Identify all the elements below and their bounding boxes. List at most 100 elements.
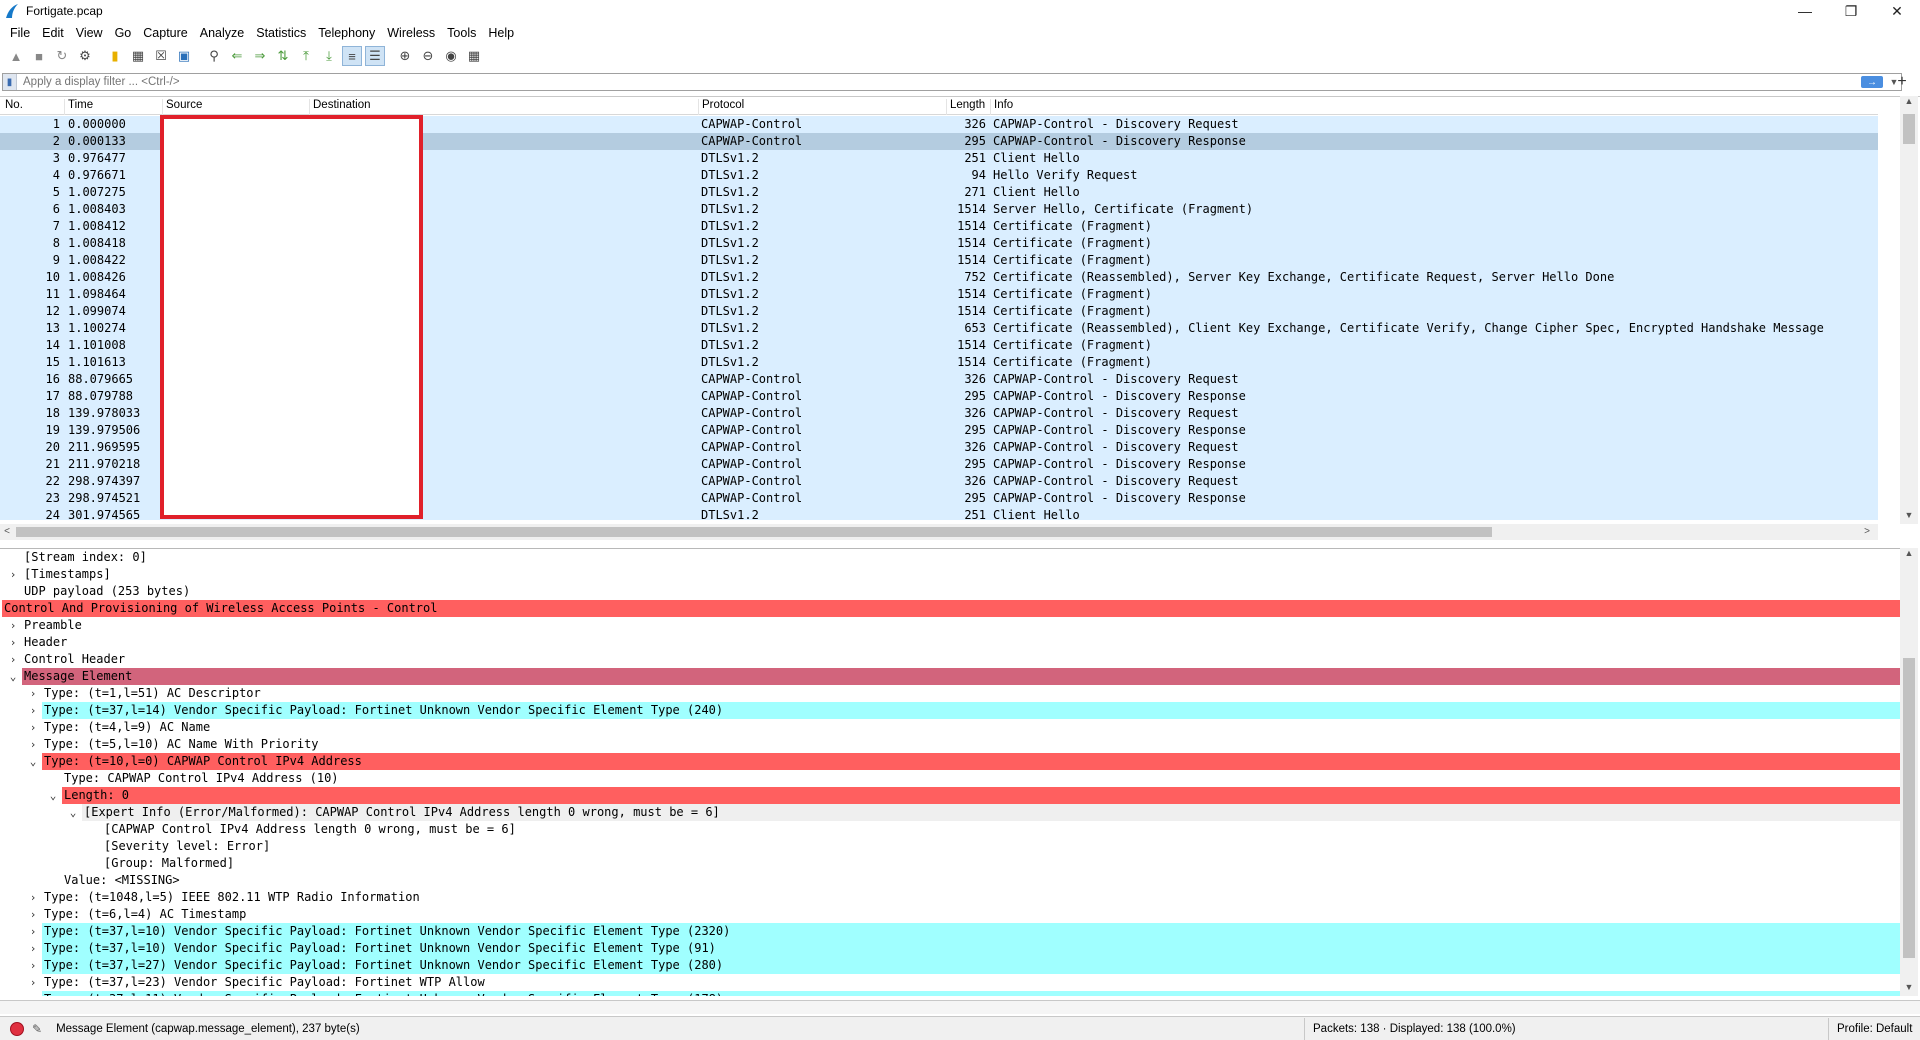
autoscroll-icon[interactable]: ≡ <box>342 46 362 66</box>
detail-row[interactable]: Type: CAPWAP Control IPv4 Address (10) <box>0 770 1900 787</box>
detail-row[interactable]: › Type: (t=37,l=27) Vendor Specific Paylo… <box>0 957 1900 974</box>
expand-arrow-icon[interactable]: › <box>26 719 40 736</box>
column-destination[interactable]: Destination <box>309 99 371 115</box>
detail-row[interactable]: ⌄ [Expert Info (Error/Malformed): CAPWAP … <box>0 804 1900 821</box>
scroll-left-icon[interactable]: < <box>0 524 14 540</box>
expert-info-icon[interactable] <box>10 1021 24 1036</box>
expand-arrow-icon[interactable]: › <box>26 889 40 906</box>
collapse-arrow-icon[interactable]: ⌄ <box>66 804 80 821</box>
expand-arrow-icon[interactable]: › <box>26 974 40 991</box>
go-back-icon[interactable]: ⇐ <box>227 46 247 66</box>
details-scroll-down-icon[interactable]: ▼ <box>1900 982 1918 996</box>
go-forward-icon[interactable]: ⇒ <box>250 46 270 66</box>
expand-arrow-icon[interactable]: › <box>26 685 40 702</box>
display-filter-input[interactable] <box>17 76 1861 88</box>
profile-indicator[interactable]: Profile: Default <box>1828 1017 1912 1040</box>
stop-capture-icon[interactable]: ■ <box>29 46 49 66</box>
expand-arrow-icon[interactable]: › <box>26 906 40 923</box>
minimize-icon[interactable]: — <box>1782 0 1828 22</box>
expand-arrow-icon[interactable]: › <box>6 634 20 651</box>
close-file-icon[interactable]: ☒ <box>151 46 171 66</box>
menu-capture[interactable]: Capture <box>137 26 193 40</box>
detail-row[interactable]: › Header <box>0 634 1900 651</box>
packet-bytes-pane[interactable] <box>0 1000 1920 1014</box>
detail-row[interactable]: › Control Header <box>0 651 1900 668</box>
collapse-arrow-icon[interactable]: ⌄ <box>46 787 60 804</box>
detail-row[interactable]: ⌄ Type: (t=10,l=0) CAPWAP Control IPv4 Ad… <box>0 753 1900 770</box>
detail-row[interactable]: › Type: (t=37,l=10) Vendor Specific Paylo… <box>0 923 1900 940</box>
column-info[interactable]: Info <box>990 99 1013 115</box>
hscroll-thumb[interactable] <box>16 527 1492 537</box>
detail-row[interactable]: [Group: Malformed] <box>0 855 1900 872</box>
detail-row[interactable]: › Type: (t=4,l=9) AC Name <box>0 719 1900 736</box>
collapse-arrow-icon[interactable]: ⌄ <box>6 668 20 685</box>
expand-arrow-icon[interactable]: › <box>26 940 40 957</box>
filter-bookmark-icon[interactable]: ▮ <box>3 74 17 90</box>
detail-row[interactable]: › Preamble <box>0 617 1900 634</box>
restart-capture-icon[interactable]: ↻ <box>52 46 72 66</box>
capture-options-icon[interactable]: ⚙ <box>75 46 95 66</box>
menu-help[interactable]: Help <box>482 26 520 40</box>
detail-row[interactable]: › Type: (t=1,l=51) AC Descriptor <box>0 685 1900 702</box>
detail-row[interactable]: › Type: (t=5,l=10) AC Name With Priority <box>0 736 1900 753</box>
expand-arrow-icon[interactable]: › <box>26 736 40 753</box>
zoom-out-icon[interactable]: ⊖ <box>418 46 438 66</box>
expand-arrow-icon[interactable]: › <box>6 566 20 583</box>
add-filter-button-icon[interactable]: + <box>1892 73 1912 91</box>
column-length[interactable]: Length <box>946 99 985 115</box>
detail-row[interactable]: › Type: (t=6,l=4) AC Timestamp <box>0 906 1900 923</box>
expand-arrow-icon[interactable]: › <box>26 957 40 974</box>
expand-arrow-icon[interactable]: › <box>26 991 40 996</box>
packet-list-vscrollbar[interactable]: ▲ ▼ <box>1900 96 1918 524</box>
detail-row[interactable]: › Type: (t=37,l=11) Vendor Specific Paylo… <box>0 991 1900 996</box>
menu-wireless[interactable]: Wireless <box>381 26 441 40</box>
menu-view[interactable]: View <box>70 26 109 40</box>
detail-row[interactable]: ⌄ Length: 0 <box>0 787 1900 804</box>
resize-columns-icon[interactable]: ▦ <box>464 46 484 66</box>
menu-file[interactable]: File <box>4 26 36 40</box>
apply-filter-icon[interactable]: → <box>1861 76 1883 88</box>
open-file-icon[interactable]: ▮ <box>105 46 125 66</box>
column-source[interactable]: Source <box>162 99 202 115</box>
menu-analyze[interactable]: Analyze <box>194 26 250 40</box>
detail-row[interactable]: Value: <MISSING> <box>0 872 1900 889</box>
scroll-up-icon[interactable]: ▲ <box>1900 96 1918 110</box>
close-icon[interactable]: ✕ <box>1874 0 1920 22</box>
menu-statistics[interactable]: Statistics <box>250 26 312 40</box>
detail-row[interactable]: › Type: (t=37,l=14) Vendor Specific Paylo… <box>0 702 1900 719</box>
menu-edit[interactable]: Edit <box>36 26 70 40</box>
last-packet-icon[interactable]: ⤓ <box>319 46 339 66</box>
zoom-reset-icon[interactable]: ◉ <box>441 46 461 66</box>
detail-row[interactable]: › [Timestamps] <box>0 566 1900 583</box>
edit-comment-icon[interactable]: ✎ <box>32 1022 42 1036</box>
collapse-arrow-icon[interactable]: ⌄ <box>26 753 40 770</box>
column-protocol[interactable]: Protocol <box>698 99 744 115</box>
start-capture-icon[interactable]: ▲ <box>6 46 26 66</box>
details-vscrollbar[interactable]: ▲ ▼ <box>1900 548 1918 996</box>
reload-file-icon[interactable]: ▣ <box>174 46 194 66</box>
menu-tools[interactable]: Tools <box>441 26 482 40</box>
detail-row[interactable]: [CAPWAP Control IPv4 Address length 0 wr… <box>0 821 1900 838</box>
expand-arrow-icon[interactable]: › <box>6 617 20 634</box>
expand-arrow-icon[interactable]: › <box>26 923 40 940</box>
first-packet-icon[interactable]: ⤒ <box>296 46 316 66</box>
menu-go[interactable]: Go <box>109 26 138 40</box>
scroll-thumb[interactable] <box>1903 114 1915 144</box>
expand-arrow-icon[interactable]: › <box>26 702 40 719</box>
save-file-icon[interactable]: ▦ <box>128 46 148 66</box>
column-time[interactable]: Time <box>64 99 93 115</box>
detail-row[interactable]: ⌄Control And Provisioning of Wireless Ac… <box>0 600 1900 617</box>
restore-icon[interactable]: ❐ <box>1828 0 1874 22</box>
go-to-packet-icon[interactable]: ⇅ <box>273 46 293 66</box>
detail-row[interactable]: UDP payload (253 bytes) <box>0 583 1900 600</box>
zoom-in-icon[interactable]: ⊕ <box>395 46 415 66</box>
menu-telephony[interactable]: Telephony <box>312 26 381 40</box>
scroll-right-icon[interactable]: > <box>1860 524 1874 540</box>
column-no[interactable]: No. <box>2 99 23 115</box>
packet-list-hscrollbar[interactable]: < > <box>0 524 1878 540</box>
detail-row[interactable]: › Type: (t=37,l=23) Vendor Specific Paylo… <box>0 974 1900 991</box>
detail-row[interactable]: ⌄ Message Element <box>0 668 1900 685</box>
details-scroll-thumb[interactable] <box>1903 658 1915 958</box>
details-scroll-up-icon[interactable]: ▲ <box>1900 548 1918 562</box>
colorize-icon[interactable]: ☰ <box>365 46 385 66</box>
